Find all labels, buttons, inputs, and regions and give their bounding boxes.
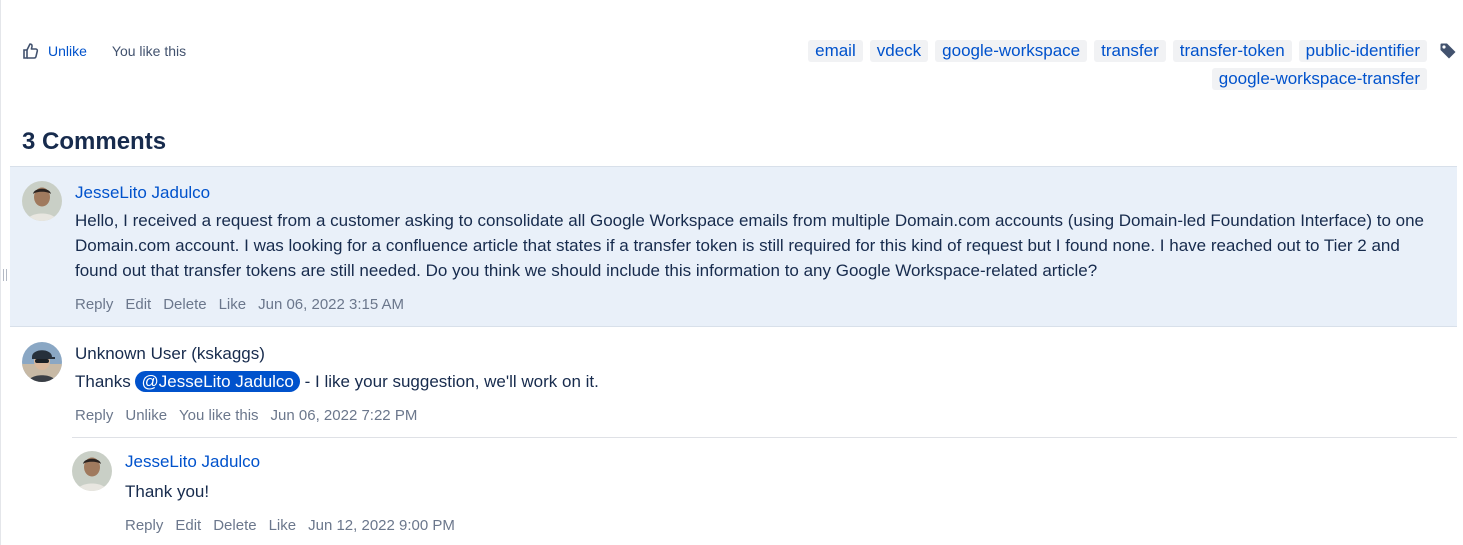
comment-text: Thanks	[75, 372, 131, 391]
comment-body: Thanks @JesseLito Jadulco - I like your …	[75, 369, 1445, 394]
avatar[interactable]	[22, 342, 62, 382]
avatar[interactable]	[22, 181, 62, 221]
delete-link[interactable]: Delete	[213, 517, 256, 534]
unlike-link[interactable]: Unlike	[48, 43, 87, 59]
like-status: You like this	[111, 43, 187, 59]
like-link[interactable]: Like	[219, 296, 247, 313]
comments-heading: 3 Comments	[22, 128, 167, 155]
unlike-link[interactable]: Unlike	[125, 407, 167, 424]
edit-link[interactable]: Edit	[125, 296, 151, 313]
comment-date[interactable]: Jun 06, 2022 3:15 AM	[258, 296, 404, 313]
label-email[interactable]: email	[808, 40, 863, 62]
page-edge	[0, 0, 1, 545]
comment-text: - I like your suggestion, we'll work on …	[304, 372, 599, 391]
reply-link[interactable]: Reply	[75, 296, 113, 313]
like-status: You like this	[179, 407, 259, 424]
comment-actions: Reply Edit Delete Like Jun 06, 2022 3:15…	[75, 296, 404, 313]
label-transfer[interactable]: transfer	[1094, 40, 1166, 62]
comment-date[interactable]: Jun 06, 2022 7:22 PM	[271, 407, 418, 424]
label-google-workspace-transfer[interactable]: google-workspace-transfer	[1211, 68, 1427, 90]
thumbs-up-icon[interactable]	[22, 42, 40, 60]
comment: JesseLito Jadulco Hello, I received a re…	[10, 166, 1457, 327]
avatar[interactable]	[72, 451, 112, 491]
comment-author[interactable]: JesseLito Jadulco	[75, 183, 210, 203]
comment-body: Thank you!	[125, 482, 210, 501]
comment-actions: Reply Edit Delete Like Jun 12, 2022 9:00…	[125, 517, 455, 534]
like-link[interactable]: Like	[269, 517, 297, 534]
comment-date[interactable]: Jun 12, 2022 9:00 PM	[308, 517, 455, 534]
comment-actions: Reply Unlike You like this Jun 06, 2022 …	[75, 407, 417, 424]
label-vdeck[interactable]: vdeck	[869, 40, 929, 62]
user-mention[interactable]: @JesseLito Jadulco	[135, 371, 300, 392]
delete-link[interactable]: Delete	[163, 296, 206, 313]
reply-link[interactable]: Reply	[75, 407, 113, 424]
resize-grip-icon[interactable]	[3, 269, 7, 281]
like-bar: Unlike You like this	[22, 40, 186, 62]
label-google-workspace[interactable]: google-workspace	[935, 40, 1088, 62]
comment-body: Hello, I received a request from a custo…	[75, 211, 1424, 280]
label-public-identifier[interactable]: public-identifier	[1298, 40, 1427, 62]
label-transfer-token[interactable]: transfer-token	[1172, 40, 1292, 62]
comment-author: Unknown User (kskaggs)	[75, 344, 265, 363]
comment: Unknown User (kskaggs) Thanks @JesseLito…	[10, 328, 1457, 438]
comment-author[interactable]: JesseLito Jadulco	[125, 452, 260, 472]
reply-link[interactable]: Reply	[125, 517, 163, 534]
comment-reply: JesseLito Jadulco Thank you! Reply Edit …	[72, 438, 1457, 545]
labels-list: email vdeck google-workspace transfer tr…	[747, 40, 1427, 90]
edit-link[interactable]: Edit	[175, 517, 201, 534]
tag-icon[interactable]	[1439, 42, 1457, 60]
